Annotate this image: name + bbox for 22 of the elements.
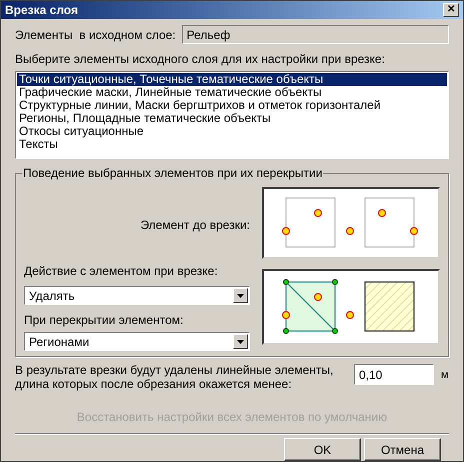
min-length-field[interactable]: 0,10 xyxy=(354,364,434,385)
group-title: Поведение выбранных элементов при их перекрытии xyxy=(22,166,324,180)
source-layer-label: Элементы в исходном слое: xyxy=(15,26,176,44)
overlap-label: При перекрытии элементом: xyxy=(24,312,184,329)
close-button[interactable]: ✕ xyxy=(443,3,459,17)
list-item[interactable]: Откосы ситуационные xyxy=(17,125,447,138)
list-item[interactable]: Точки ситуационные, Точечные тематические объекты xyxy=(17,73,447,86)
list-item[interactable]: Регионы, Площадные тематические объекты xyxy=(17,112,447,125)
action-label: Действие с элементом при врезке: xyxy=(24,263,219,280)
window-title: Врезка слоя xyxy=(5,2,78,19)
unit-label: м xyxy=(441,368,449,383)
dialog-button[interactable]: Отмена xyxy=(364,438,441,461)
action-dropdown[interactable]: Удалять xyxy=(24,286,250,305)
min-length-label: В результате врезки будут удалены линейные элементы, длина которых после обрезания окажется менее: xyxy=(15,363,334,391)
source-layer-field: Рельеф xyxy=(182,25,449,44)
list-item[interactable]: Тексты xyxy=(17,138,447,151)
list-item[interactable]: Структурные линии, Маски бергштрихов и отметок горизонталей xyxy=(17,99,447,112)
overlap-dropdown[interactable]: Регионами xyxy=(24,332,250,351)
dialog-button[interactable]: OK xyxy=(284,438,361,461)
before-label: Элемент до врезки: xyxy=(140,217,250,232)
elements-list-label: Выберите элементы исходного слоя для их настройки при врезке: xyxy=(15,51,386,68)
list-item[interactable]: Графические маски, Линейные тематические объекты xyxy=(17,86,447,99)
